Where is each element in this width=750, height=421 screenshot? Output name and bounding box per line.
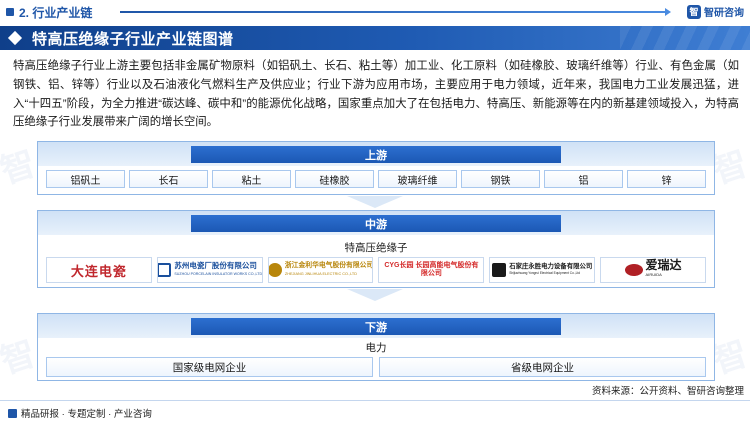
company-logo: 苏州电瓷厂股份有限公司 SUZHOU PORCELAIN INSULATOR W… (156, 257, 263, 283)
company-name: 浙江金利华电气股份有限公司 (284, 262, 374, 269)
company-name: 苏州电瓷厂股份有限公司 (174, 261, 257, 270)
company-subname: ZHEJIANG JINLIHUA ELECTRIC CO.,LTD (284, 272, 357, 276)
footer: 精品研报 · 专题定制 · 产业咨询 (0, 400, 750, 421)
upstream-items: 铝矾土 长石 粘土 硅橡胶 玻璃纤维 钢铁 铝 锌 (46, 170, 706, 188)
company-subname: SUZHOU PORCELAIN INSULATOR WORKS CO.,LTD (174, 272, 263, 276)
company-text: 爱瑞达 AIRUIDA (645, 258, 682, 280)
intro-paragraph: 特高压绝缘子行业上游主要包括非金属矿物原料（如铝矾土、长石、粘土等）加工业、化工… (13, 60, 739, 129)
midstream-label: 中游 (191, 215, 561, 232)
upstream-item: 硅橡胶 (295, 170, 374, 188)
downstream-panel: 下游 电力 国家级电网企业 省级电网企业 (37, 313, 715, 381)
downstream-item: 省级电网企业 (379, 357, 706, 377)
company-logo-icon (492, 263, 507, 277)
square-icon (6, 8, 14, 16)
company-logo-icon (624, 264, 643, 276)
brand: 智 智研咨询 (687, 4, 744, 19)
top-bar: 2. 行业产业链 智 智研咨询 (0, 0, 750, 24)
decorative-stripes (620, 26, 750, 50)
company-name: 石家庄永胜电力设备有限公司 (509, 263, 593, 270)
upstream-item: 长石 (129, 170, 208, 188)
company-text: 苏州电瓷厂股份有限公司 SUZHOU PORCELAIN INSULATOR W… (174, 261, 263, 278)
page-title: 特高压绝缘子行业产业链图谱 (32, 30, 234, 48)
upstream-item: 钢铁 (461, 170, 540, 188)
top-divider (120, 8, 671, 16)
downstream-sublabel: 电力 (365, 342, 387, 354)
upstream-item: 粘土 (212, 170, 291, 188)
company-logo: 大连电瓷 (46, 257, 152, 283)
midstream-panel: 中游 特高压绝缘子 大连电瓷 苏州电瓷厂股份有限公司 SUZHOU PORCEL… (37, 210, 715, 288)
title-band: 特高压绝缘子行业产业链图谱 (0, 26, 750, 50)
upstream-label: 上游 (191, 146, 561, 163)
upstream-item: 玻璃纤维 (378, 170, 457, 188)
source-note: 资料来源：公开资料、智研咨询整理 (591, 386, 744, 397)
flow-arrow-icon (347, 196, 403, 208)
midstream-sublabel: 特高压绝缘子 (344, 242, 408, 254)
downstream-item: 国家级电网企业 (46, 357, 373, 377)
brand-name: 智研咨询 (704, 8, 744, 19)
footer-left: 精品研报 · 专题定制 · 产业咨询 (8, 406, 152, 420)
company-logo: 石家庄永胜电力设备有限公司 Shijiazhuang Yongrui Elect… (489, 257, 596, 283)
upstream-item: 铝矾土 (46, 170, 125, 188)
downstream-items: 国家级电网企业 省级电网企业 (46, 357, 706, 377)
company-text: 石家庄永胜电力设备有限公司 Shijiazhuang Yongrui Elect… (509, 263, 592, 277)
company-name: 大连电瓷 (70, 263, 127, 279)
upstream-item: 锌 (627, 170, 706, 188)
company-name: 爱瑞达 (645, 258, 682, 272)
upstream-item: 铝 (544, 170, 623, 188)
company-subname: AIRUIDA (645, 272, 662, 277)
watermark-glyph: 智 (0, 333, 41, 383)
company-text: 浙江金利华电气股份有限公司 ZHEJIANG JINLIHUA ELECTRIC… (285, 262, 373, 278)
brand-logo-icon: 智 (687, 4, 701, 19)
company-logo: CYG长园 长园高能电气股份有限公司 (378, 257, 485, 283)
company-name: CYG长园 长园高能电气股份有限公司 (384, 262, 479, 277)
diamond-icon (7, 30, 23, 46)
section-label: 2. 行业产业链 (6, 3, 92, 21)
upstream-panel: 上游 铝矾土 长石 粘土 硅橡胶 玻璃纤维 钢铁 铝 锌 (37, 141, 715, 195)
section-label-text: 2. 行业产业链 (19, 5, 93, 20)
company-logo-icon (268, 263, 282, 277)
company-logo-icon (157, 263, 172, 277)
company-logo: 浙江金利华电气股份有限公司 ZHEJIANG JINLIHUA ELECTRIC… (267, 257, 374, 283)
company-logos: 大连电瓷 苏州电瓷厂股份有限公司 SUZHOU PORCELAIN INSULA… (46, 257, 706, 283)
watermark-glyph: 智 (0, 143, 41, 193)
flow-arrow-icon (347, 289, 403, 301)
company-logo: 爱瑞达 AIRUIDA (600, 257, 706, 283)
square-icon (8, 408, 17, 418)
footer-divider (0, 400, 750, 401)
company-subname: Shijiazhuang Yongrui Electrical Equipmen… (509, 271, 581, 275)
footer-text: 精品研报 · 专题定制 · 产业咨询 (21, 409, 152, 420)
downstream-label: 下游 (191, 318, 561, 335)
